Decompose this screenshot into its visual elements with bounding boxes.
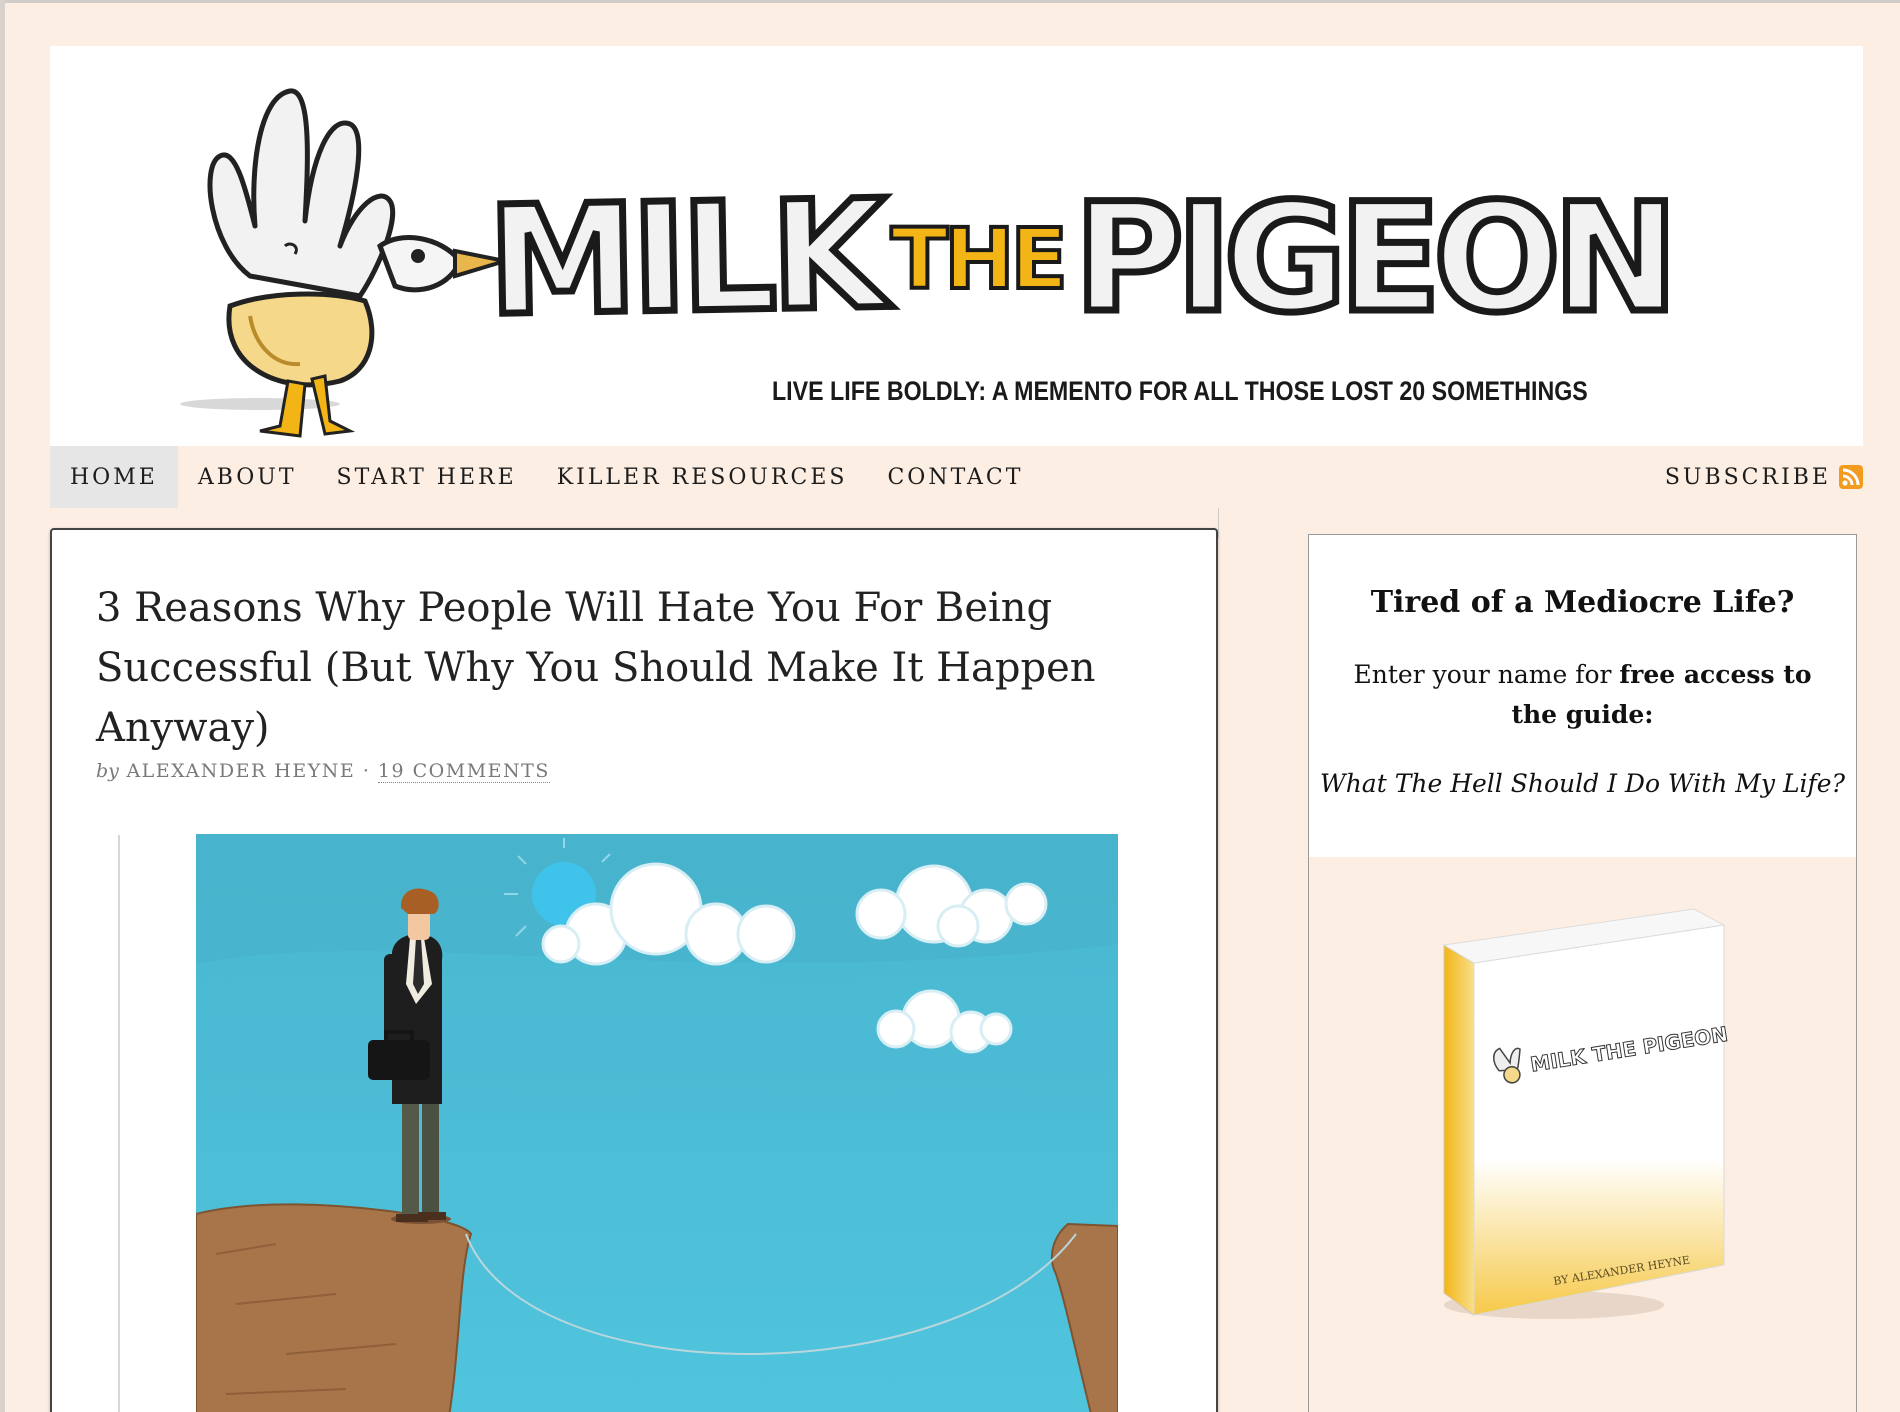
ebook-cover-image: MILK THE PIGEON BY ALEXANDER HEYNE: [1442, 908, 1730, 1319]
nav-item-contact[interactable]: CONTACT: [867, 446, 1043, 508]
post-comments-link[interactable]: 19 COMMENTS: [377, 760, 550, 783]
subscribe-label: SUBSCRIBE: [1664, 464, 1831, 490]
nav-item-label: ABOUT: [197, 464, 297, 490]
optin-header: Tired of a Mediocre Life? Enter your nam…: [1309, 535, 1856, 857]
optin-heading: Tired of a Mediocre Life?: [1370, 585, 1795, 620]
nav-item-killer-resources[interactable]: KILLER RESOURCES: [537, 446, 868, 508]
nav-item-about[interactable]: ABOUT: [178, 446, 317, 508]
nav-item-label: CONTACT: [887, 464, 1024, 490]
nav-item-home[interactable]: HOME: [50, 446, 178, 508]
post-title[interactable]: 3 Reasons Why People Will Hate You For B…: [96, 578, 1156, 758]
post-meta-by: by: [96, 760, 119, 782]
banner-tagline: LIVE LIFE BOLDLY: A MEMENTO FOR ALL THOS…: [772, 376, 1588, 406]
left-cliff: [196, 1203, 473, 1412]
post-meta: by ALEXANDER HEYNE · 19 COMMENTS: [96, 760, 550, 783]
businessman-cliff-illustration: [196, 834, 1118, 1412]
window-top-edge: [0, 0, 1900, 3]
ebook-cover[interactable]: MILK THE PIGEON BY ALEXANDER HEYNE: [1404, 905, 1764, 1379]
optin-description: Enter your name for free access to the g…: [1349, 655, 1816, 735]
optin-guide-title: What The Hell Should I Do With My Life?: [1320, 769, 1845, 798]
post-author-link[interactable]: ALEXANDER HEYNE: [126, 760, 355, 782]
logo-wordmark: MILK THE PIGEON: [483, 154, 1682, 364]
meta-separator: ·: [362, 760, 371, 782]
nav-item-label: START HERE: [336, 464, 517, 490]
content-divider: [1218, 508, 1219, 538]
site-banner[interactable]: MILK THE PIGEON LIVE LIFE BOLDLY: A MEME…: [50, 46, 1863, 446]
logo-word-milk: MILK: [483, 165, 886, 353]
nav-item-label: HOME: [70, 464, 158, 490]
pigeon-mascot-icon: [180, 88, 506, 438]
post-card: 3 Reasons Why People Will Hate You For B…: [50, 528, 1218, 1412]
nav-item-label: KILLER RESOURCES: [556, 464, 848, 490]
optin-widget: Tired of a Mediocre Life? Enter your nam…: [1308, 534, 1857, 1412]
main-nav: HOME ABOUT START HERE KILLER RESOURCES C…: [50, 446, 1863, 508]
logo-word-pigeon: PIGEON: [1070, 169, 1681, 350]
logo-word-the: THE: [889, 208, 1070, 310]
nav-item-start-here[interactable]: START HERE: [317, 446, 537, 508]
optin-body-text: Enter your name for: [1353, 660, 1620, 689]
image-left-rule: [118, 835, 120, 1412]
rss-icon: [1839, 465, 1863, 489]
subscribe-link[interactable]: SUBSCRIBE: [1645, 446, 1863, 508]
post-featured-image[interactable]: [196, 834, 1118, 1412]
window-left-edge: [0, 0, 5, 1412]
